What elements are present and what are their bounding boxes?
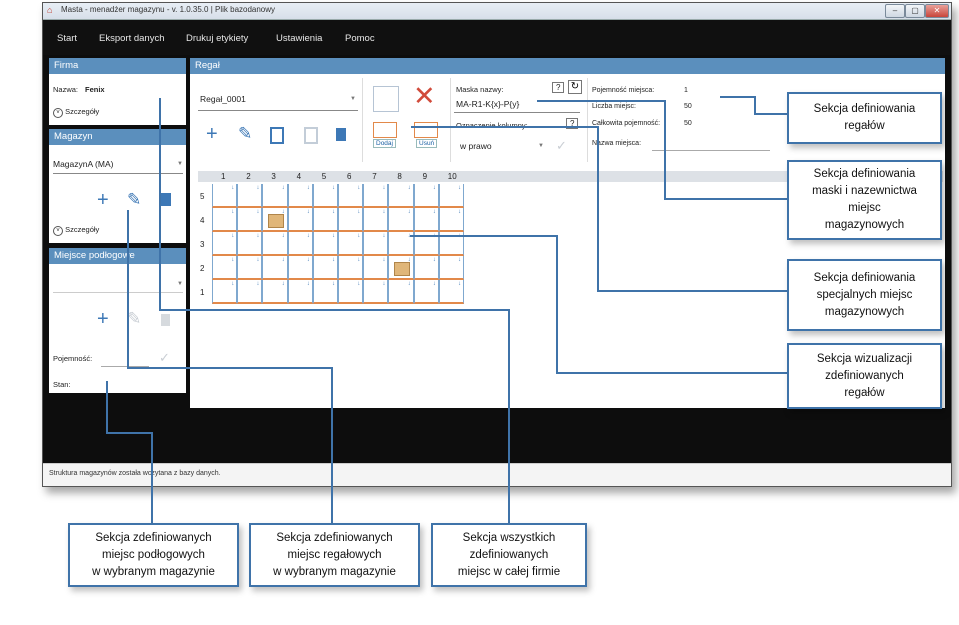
callout-wizualizacja-text: Sekcja wizualizacji zdefiniowanych regał… — [816, 352, 913, 399]
connector-maska — [537, 100, 787, 200]
callout-wszystkie: Sekcja wszystkich zdefiniowanych miejsc … — [431, 523, 587, 587]
callout-regaly: Sekcja definiowania regałów — [787, 92, 942, 144]
callout-regaly-text: Sekcja definiowania regałów — [813, 103, 916, 132]
callout-specjalne: Sekcja definiowania specjalnych miejsc m… — [787, 259, 942, 331]
connector-wszystkie — [159, 98, 510, 523]
connector-podlogowe — [106, 381, 153, 523]
connector-regaly — [720, 96, 787, 115]
callout-maska-text: Sekcja definiowania maski i nazewnictwa … — [812, 168, 917, 231]
callout-regalowe-text: Sekcja zdefiniowanych miejsc regałowych … — [273, 531, 396, 578]
callout-podlogowe: Sekcja zdefiniowanych miejsc podłogowych… — [68, 523, 239, 587]
connector-regalowe — [127, 210, 333, 523]
callout-specjalne-text: Sekcja definiowania specjalnych miejsc m… — [813, 271, 916, 318]
callout-maska: Sekcja definiowania maski i nazewnictwa … — [787, 160, 942, 240]
callout-regalowe: Sekcja zdefiniowanych miejsc regałowych … — [249, 523, 420, 587]
connector-specjalne — [411, 126, 787, 292]
callout-podlogowe-text: Sekcja zdefiniowanych miejsc podłogowych… — [92, 531, 215, 578]
callout-wizualizacja: Sekcja wizualizacji zdefiniowanych regał… — [787, 343, 942, 409]
callout-wszystkie-text: Sekcja wszystkich zdefiniowanych miejsc … — [457, 531, 561, 578]
